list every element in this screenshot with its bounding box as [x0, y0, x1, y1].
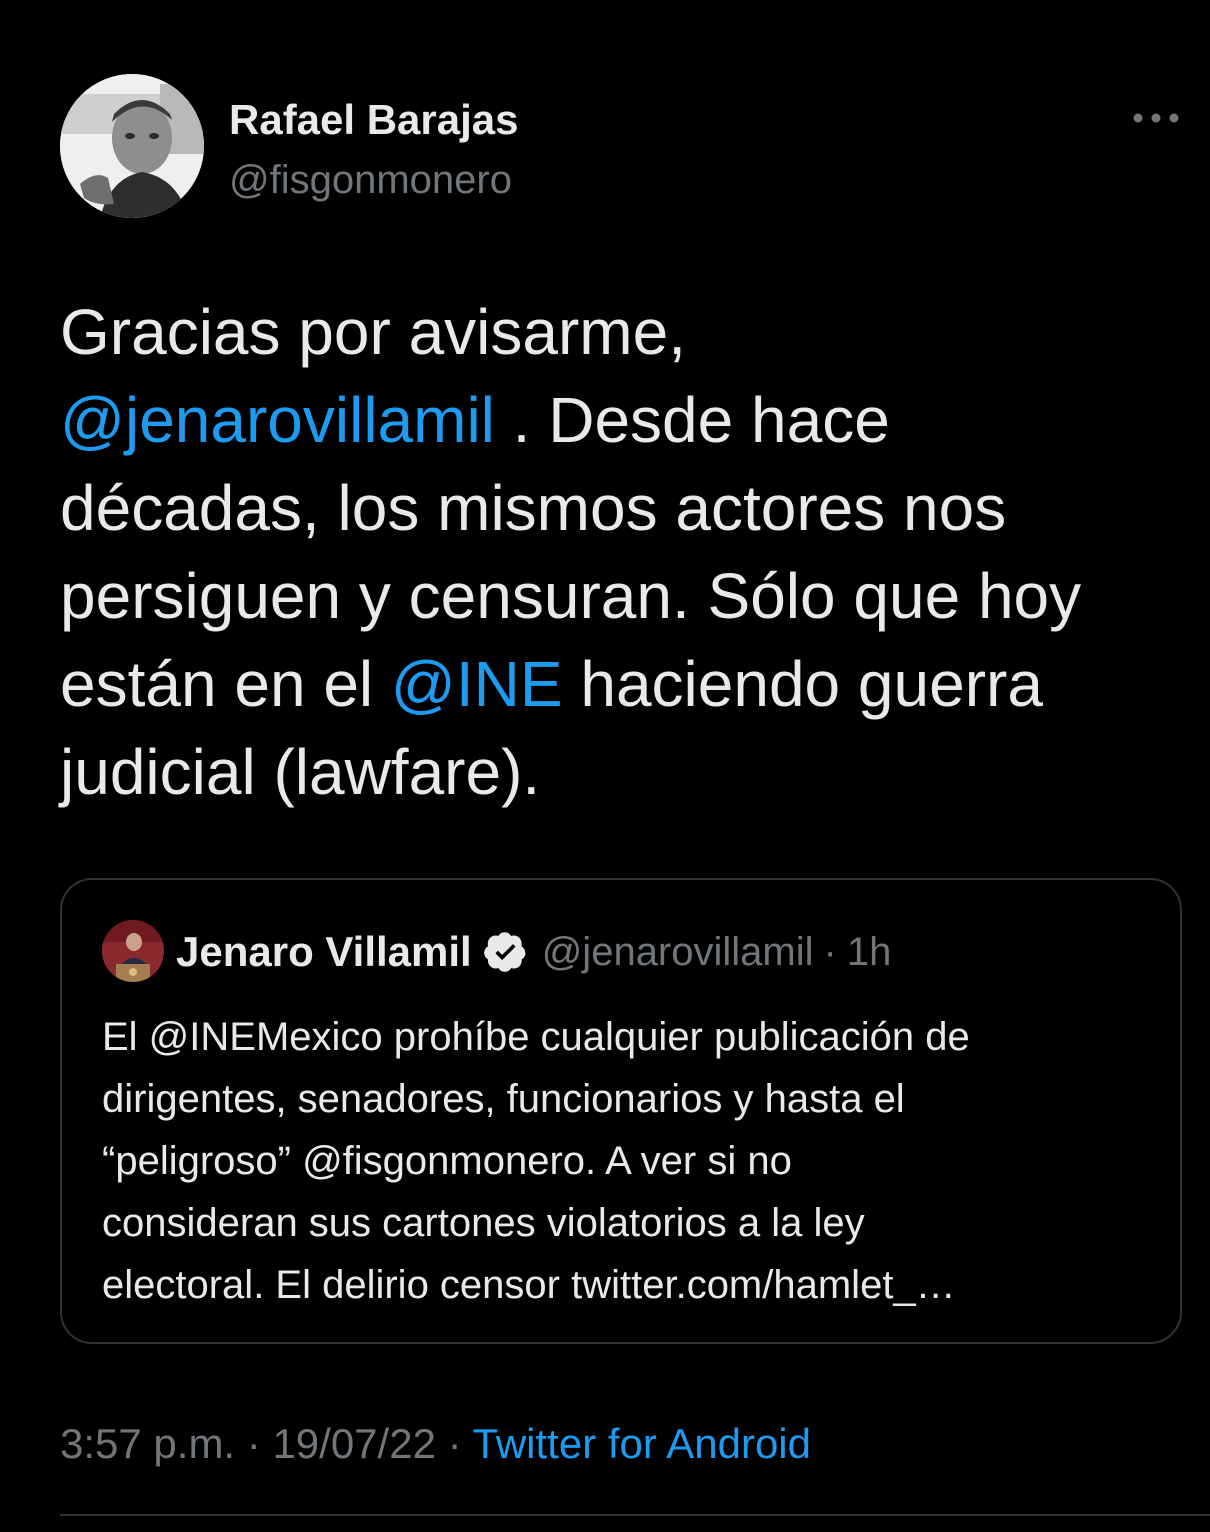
- tweet-line: judicial (lawfare).: [60, 736, 541, 808]
- separator-dot: ·: [235, 1420, 273, 1467]
- quoted-tweet-line: El @INEMexico prohíbe cualquier publicac…: [102, 1015, 970, 1059]
- tweet-text-segment: están en el: [60, 648, 391, 720]
- tweet-text-segment: haciendo guerra: [562, 648, 1043, 720]
- author-name[interactable]: Rafael Barajas: [229, 96, 519, 144]
- tweet-line: están en el @INE haciendo guerra: [60, 640, 1170, 728]
- divider: [60, 1514, 1210, 1516]
- verified-badge-icon: [483, 930, 528, 974]
- tweet-line: persiguen y censuran. Sólo que hoy: [60, 560, 1082, 632]
- tweet-time[interactable]: 3:57 p.m.: [60, 1420, 235, 1467]
- mention-link[interactable]: @INE: [391, 648, 563, 720]
- quoted-tweet-card[interactable]: Jenaro Villamil @jenarovillamil · 1h El …: [60, 878, 1182, 1344]
- quoted-author-avatar[interactable]: [102, 920, 164, 982]
- tweet-line: Gracias por avisarme,: [60, 296, 686, 368]
- profile-photo: [60, 74, 204, 218]
- profile-photo: [102, 920, 164, 982]
- quoted-tweet-line: “peligroso” @fisgonmonero. A ver si no: [102, 1139, 792, 1183]
- quoted-tweet-time[interactable]: 1h: [847, 930, 892, 975]
- mention-link[interactable]: @jenarovillamil: [60, 384, 495, 456]
- quoted-tweet-line: electoral. El delirio censor twitter.com…: [102, 1263, 956, 1307]
- tweet-source-link[interactable]: Twitter for Android: [473, 1420, 811, 1467]
- more-options-icon[interactable]: [1124, 96, 1188, 140]
- separator-dot: ·: [435, 1420, 473, 1467]
- quoted-author-name[interactable]: Jenaro Villamil: [176, 928, 472, 976]
- tweet-line: @jenarovillamil . Desde hace: [60, 376, 1170, 464]
- separator-dot: ·: [823, 929, 837, 974]
- author-avatar[interactable]: [60, 74, 204, 218]
- quoted-author-handle: @jenarovillamil: [541, 929, 814, 974]
- tweet-date[interactable]: 19/07/22: [272, 1420, 436, 1467]
- author-handle: @fisgonmonero: [229, 158, 512, 202]
- tweet-text-segment: . Desde hace: [494, 384, 890, 456]
- quoted-tweet-header: Jenaro Villamil @jenarovillamil · 1h: [176, 924, 891, 980]
- quoted-tweet-text: El @INEMexico prohíbe cualquier publicac…: [102, 1006, 1162, 1316]
- tweet-metadata: 3:57 p.m. · 19/07/22 · Twitter for Andro…: [60, 1420, 811, 1468]
- tweet-line: décadas, los mismos actores nos: [60, 472, 1007, 544]
- tweet-text: Gracias por avisarme, @jenarovillamil . …: [60, 288, 1170, 816]
- quoted-tweet-line: consideran sus cartones violatorios a la…: [102, 1201, 865, 1245]
- quoted-tweet-line: dirigentes, senadores, funcionarios y ha…: [102, 1077, 905, 1121]
- tweet-detail: Rafael Barajas @fisgonmonero Gracias por…: [0, 0, 1210, 1532]
